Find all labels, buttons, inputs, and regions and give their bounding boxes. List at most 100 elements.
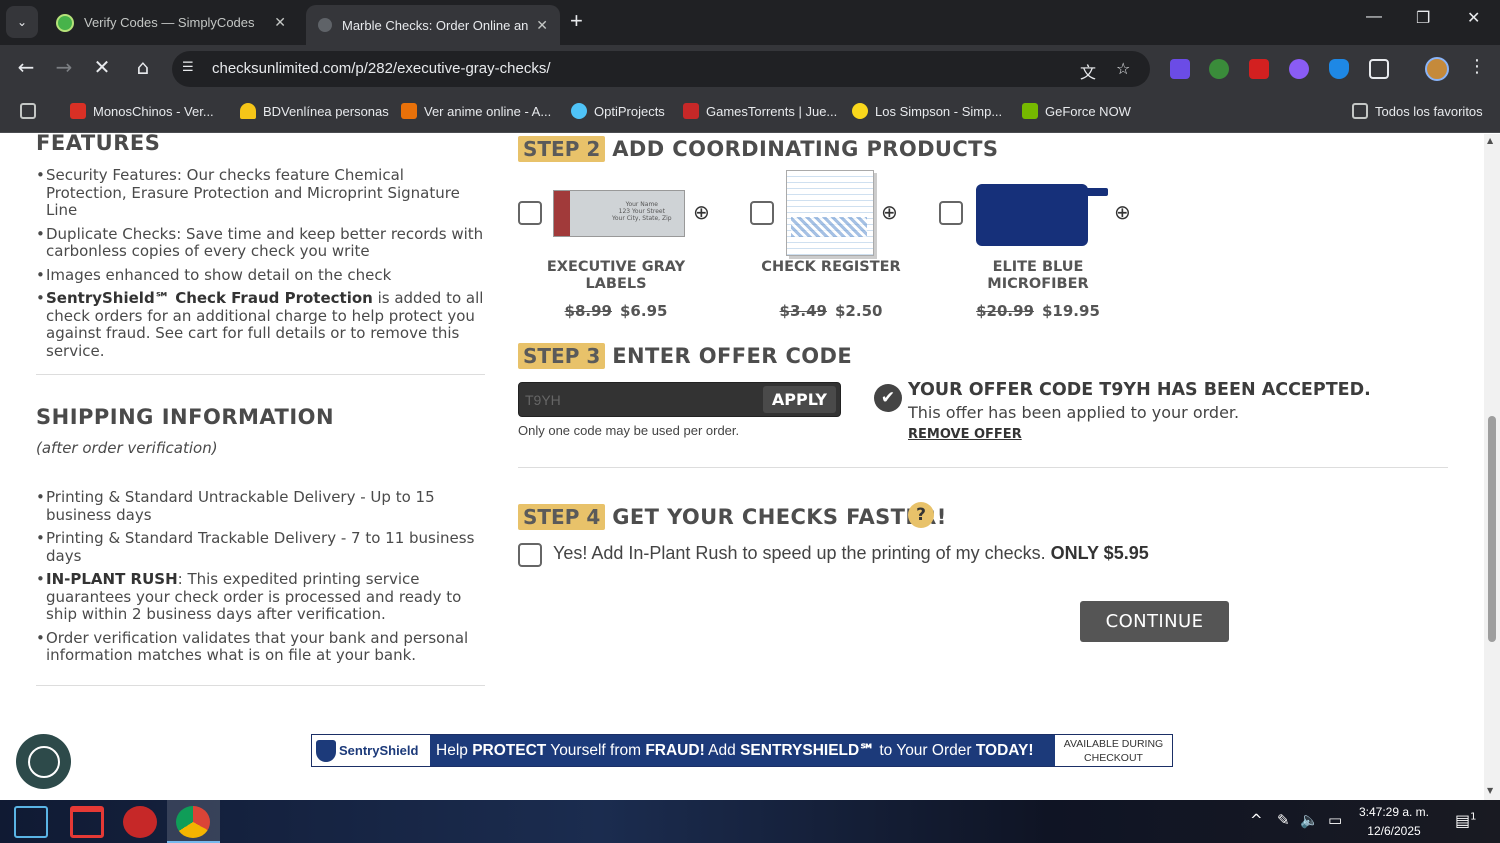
scroll-up-icon[interactable]: ▲ (1487, 136, 1493, 145)
remove-offer-link[interactable]: REMOVE OFFER (908, 427, 1022, 442)
page-scrollbar[interactable]: ▲ ▼ (1484, 134, 1500, 800)
product-name: CHECK REGISTER (761, 259, 901, 275)
banner-message: Help PROTECT Yourself from FRAUD! Add SE… (436, 742, 1034, 759)
bookmark-star-icon[interactable]: ☆ (1116, 59, 1130, 78)
product-name: ELITE BLUE MICROFIBER (987, 259, 1089, 292)
start-icon[interactable] (14, 806, 48, 838)
available-during-checkout: AVAILABLE DURING CHECKOUT (1055, 735, 1172, 766)
step-badge: STEP 4 (518, 504, 606, 530)
volume-icon[interactable]: 🔈 (1300, 811, 1319, 829)
product-checkbox-register[interactable] (750, 201, 774, 225)
apps-grid-icon[interactable] (20, 103, 43, 119)
bookmark-item[interactable]: GeForce NOW (1022, 103, 1131, 119)
tab-title: Marble Checks: Order Online an (342, 17, 529, 33)
sentryshield-logo: SentryShield (312, 735, 430, 766)
gamestorrents-icon (683, 103, 699, 119)
help-icon[interactable]: ? (908, 502, 934, 528)
offer-accepted-message: YOUR OFFER CODE T9YH HAS BEEN ACCEPTED. (908, 380, 1371, 400)
apply-button[interactable]: APPLY (762, 386, 836, 413)
rush-checkbox[interactable] (518, 543, 542, 567)
continue-button[interactable]: CONTINUE (1080, 601, 1229, 642)
shipping-item: IN-PLANT RUSH: This expedited printing s… (36, 570, 486, 624)
site-info-icon[interactable]: ☰ (182, 60, 200, 78)
divider (518, 467, 1448, 468)
executive-gray-labels-image[interactable]: Your Name 123 Your Street Your City, Sta… (553, 190, 685, 237)
address-bar[interactable]: ☰ checksunlimited.com/p/282/executive-gr… (172, 51, 1150, 87)
network-icon[interactable]: ▭ (1328, 811, 1342, 829)
sentryshield-banner[interactable]: SentryShield Help PROTECT Yourself from … (311, 734, 1173, 767)
show-hidden-icons-icon[interactable]: ^ (1250, 811, 1263, 829)
extension-a-icon[interactable] (1170, 59, 1190, 79)
more-menu-icon[interactable]: ⋮ (1468, 56, 1486, 77)
close-tab-icon[interactable]: ✕ (536, 17, 548, 34)
scrollbar-thumb[interactable] (1488, 416, 1496, 642)
step-badge: STEP 3 (518, 343, 606, 369)
restore-icon[interactable]: ❐ (1416, 8, 1430, 28)
bookmark-item[interactable]: MonosChinos - Ver... (70, 103, 214, 119)
new-tab-button[interactable]: + (570, 8, 583, 34)
monoschinos-icon (70, 103, 86, 119)
cookie-icon (27, 745, 60, 778)
scroll-down-icon[interactable]: ▼ (1487, 786, 1493, 795)
translate-icon[interactable]: 文 (1080, 59, 1096, 83)
offer-code-field[interactable]: T9YH APPLY (518, 382, 841, 417)
back-icon[interactable]: ← (12, 55, 40, 79)
bookmark-item[interactable]: BDVenlínea personas (240, 103, 389, 119)
check-register-image[interactable] (786, 170, 874, 256)
step-label: ADD COORDINATING PRODUCTS (612, 137, 999, 161)
feature-item: Security Features: Our checks feature Ch… (36, 166, 486, 220)
folder-icon (1352, 103, 1368, 119)
tab-search-button[interactable]: ⌄ (6, 6, 38, 38)
extensions-puzzle-icon[interactable] (1369, 59, 1389, 79)
windows-taskbar: ^ ✎ 🔈 ▭ 3:47:29 a. m. 12/6/2025 ▤1 (0, 800, 1500, 843)
system-clock[interactable]: 3:47:29 a. m. 12/6/2025 (1354, 803, 1434, 841)
web-page: FEATURES Security Features: Our checks f… (0, 134, 1484, 800)
tab-simplycodes[interactable]: Verify Codes — SimplyCodes ✕ (44, 0, 298, 45)
bookmark-item[interactable]: OptiProjects (571, 103, 665, 119)
offer-code-note: Only one code may be used per order. (518, 423, 740, 438)
url-text[interactable]: checksunlimited.com/p/282/executive-gray… (212, 60, 550, 77)
chrome-icon[interactable] (176, 806, 210, 838)
extension-red-icon[interactable] (1249, 59, 1269, 79)
optiprojects-icon (571, 103, 587, 119)
tab-marble-checks[interactable]: Marble Checks: Order Online an ✕ (306, 5, 560, 45)
product-price: $3.49 $2.50 (779, 302, 883, 320)
zoom-icon[interactable]: ⊕ (1114, 200, 1131, 224)
notifications-icon[interactable]: ▤1 (1455, 811, 1477, 830)
product-price: $20.99 $19.95 (976, 302, 1100, 320)
chevron-down-icon: ⌄ (16, 15, 28, 29)
profile-avatar[interactable] (1425, 57, 1449, 81)
bdv-icon (240, 103, 256, 119)
shipping-item: Order verification validates that your b… (36, 629, 486, 665)
extension-shield-icon[interactable] (1329, 59, 1349, 79)
stop-icon[interactable]: ✕ (88, 55, 116, 79)
minimize-icon[interactable]: — (1366, 8, 1382, 26)
elite-blue-microfiber-image[interactable] (976, 184, 1108, 246)
offer-code-input[interactable]: T9YH (525, 392, 561, 408)
product-checkbox-labels[interactable] (518, 201, 542, 225)
product-checkbox-microfiber[interactable] (939, 201, 963, 225)
forward-icon[interactable]: → (50, 55, 78, 79)
extension-globe-icon[interactable] (1209, 59, 1229, 79)
shipping-list: Printing & Standard Untrackable Delivery… (36, 488, 486, 665)
close-window-icon[interactable]: ✕ (1467, 8, 1480, 28)
feature-item: Images enhanced to show detail on the ch… (36, 266, 486, 285)
home-icon[interactable]: ⌂ (129, 55, 157, 79)
bookmark-item[interactable]: GamesTorrents | Jue... (683, 103, 837, 119)
close-tab-icon[interactable]: ✕ (274, 14, 286, 31)
zoom-icon[interactable]: ⊕ (881, 200, 898, 224)
bookmark-item[interactable]: Los Simpson - Simp... (852, 103, 1002, 119)
bookmark-item[interactable]: Ver anime online - A... (401, 103, 551, 119)
game-app-icon[interactable] (123, 806, 157, 838)
file-explorer-icon[interactable] (70, 806, 104, 838)
zoom-icon[interactable]: ⊕ (693, 200, 710, 224)
feature-item: SentryShield℠ Check Fraud Protection is … (36, 289, 486, 360)
step-label: GET YOUR CHECKS FASTER! (612, 505, 947, 529)
pen-icon[interactable]: ✎ (1277, 811, 1290, 829)
all-bookmarks-folder[interactable]: Todos los favoritos (1352, 103, 1483, 119)
divider (36, 684, 485, 686)
rush-option-label[interactable]: Yes! Add In-Plant Rush to speed up the p… (553, 543, 1149, 564)
shield-icon (316, 739, 336, 762)
extension-purple-icon[interactable] (1289, 59, 1309, 79)
cookie-settings-button[interactable] (16, 734, 71, 789)
